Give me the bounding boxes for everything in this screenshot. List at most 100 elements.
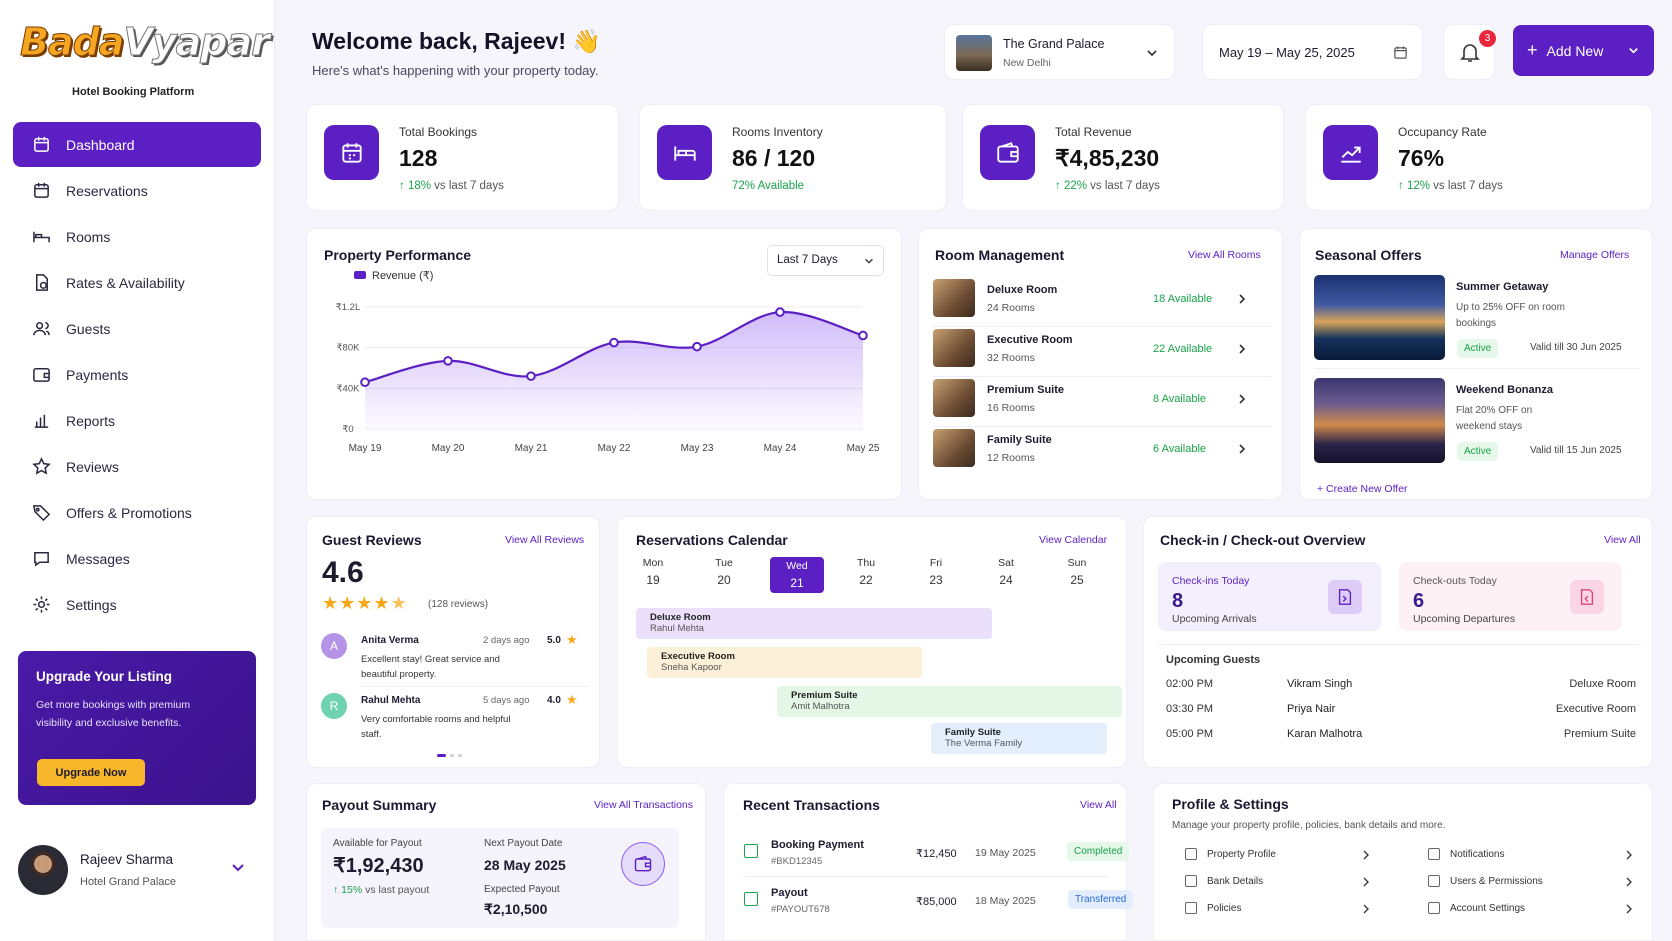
carousel-dot[interactable]: [458, 754, 462, 757]
sidebar-item-reviews[interactable]: Reviews: [13, 444, 261, 489]
room-row[interactable]: Deluxe Room 24 Rooms 18 Available: [933, 277, 1271, 327]
carousel-dot-active[interactable]: [437, 754, 446, 757]
calendar-day[interactable]: Tue 20: [697, 557, 751, 587]
stat-value: 128: [399, 145, 438, 171]
sidebar-item-payments[interactable]: Payments: [13, 352, 261, 397]
booking-bar[interactable]: Deluxe Room Rahul Mehta: [636, 608, 992, 639]
create-new-offer-link[interactable]: + Create New Offer: [1317, 483, 1408, 495]
sidebar-item-label: Reports: [66, 412, 116, 429]
rates-icon: [31, 273, 51, 293]
stat-change-value: 72% Available: [732, 180, 805, 192]
checkins-today-card[interactable]: Check-ins Today 8 Upcoming Arrivals: [1158, 562, 1381, 631]
bell-icon: [1428, 848, 1440, 860]
calendar-day-selected[interactable]: Wed 21: [770, 557, 824, 593]
reservations-calendar-card: Reservations Calendar View Calendar Mon 1…: [617, 516, 1127, 768]
calendar-day[interactable]: Mon 19: [626, 557, 680, 587]
range-select-value: Last 7 Days: [777, 254, 838, 266]
booking-bar[interactable]: Executive Room Sneha Kapoor: [647, 647, 922, 678]
section-title: Payout Summary: [322, 797, 437, 813]
calendar-day[interactable]: Thu 22: [839, 557, 893, 587]
chevron-down-icon[interactable]: [1627, 44, 1640, 57]
payout-available-label: Available for Payout: [333, 838, 422, 849]
view-calendar-link[interactable]: View Calendar: [1039, 534, 1107, 546]
sidebar-item-rates[interactable]: Rates & Availability: [13, 260, 261, 305]
avatar: R: [321, 693, 347, 719]
booking-guest: The Verma Family: [945, 738, 1023, 749]
view-all-checkins-link[interactable]: View All: [1604, 534, 1641, 546]
calendar-day[interactable]: Sun 25: [1050, 557, 1104, 587]
day-number: 20: [717, 573, 731, 587]
sidebar-item-offers[interactable]: Offers & Promotions: [13, 490, 261, 535]
manage-offers-link[interactable]: Manage Offers: [1560, 249, 1629, 261]
view-all-rooms-link[interactable]: View All Rooms: [1188, 249, 1261, 261]
guest-room: Deluxe Room: [1569, 678, 1636, 690]
booking-bar[interactable]: Family Suite The Verma Family: [931, 723, 1107, 754]
room-row[interactable]: Executive Room 32 Rooms 22 Available: [933, 327, 1271, 377]
star-icon: [31, 457, 51, 477]
section-title: Profile & Settings: [1172, 796, 1289, 812]
bell-icon: [1460, 44, 1480, 62]
booking-bar[interactable]: Premium Suite Amit Malhotra: [777, 686, 1122, 717]
settings-link-users-permissions[interactable]: Users & Permissions: [1428, 875, 1543, 887]
day-name: Fri: [929, 557, 943, 569]
chevron-down-icon: [1147, 50, 1157, 57]
room-row[interactable]: Family Suite 12 Rooms 6 Available: [933, 427, 1271, 477]
brand-logo[interactable]: BadaVyapar Hotel Booking Platform: [19, 14, 270, 104]
average-rating: 4.6: [322, 556, 364, 589]
stat-value: ₹4,85,230: [1055, 145, 1160, 171]
users-icon: [31, 319, 51, 339]
chevron-down-icon[interactable]: [230, 859, 246, 875]
calendar-day[interactable]: Fri 23: [909, 557, 963, 587]
star-icon: ★: [566, 632, 578, 647]
sidebar-item-reservations[interactable]: Reservations: [13, 168, 261, 213]
logo-word-1: Bada: [19, 20, 124, 65]
x-tick-label: May 21: [515, 443, 548, 454]
star-icon: ★: [339, 593, 357, 613]
y-tick-label: ₹0: [342, 424, 353, 435]
transaction-row[interactable]: Booking Payment #BKD12345 ₹12,450 19 May…: [744, 839, 1130, 884]
data-point: [775, 307, 785, 317]
sidebar-item-reports[interactable]: Reports: [13, 398, 261, 443]
settings-link-policies[interactable]: Policies: [1185, 902, 1241, 914]
view-all-transactions-link[interactable]: View All Transactions: [594, 799, 693, 811]
sidebar-item-dashboard[interactable]: Dashboard: [13, 122, 261, 167]
chevron-right-icon: [1239, 294, 1246, 304]
recent-transactions-card: Recent Transactions View All Booking Pay…: [723, 783, 1134, 941]
x-tick-label: May 25: [847, 443, 880, 454]
notification-badge: 3: [1479, 30, 1496, 47]
settings-link-account-settings[interactable]: Account Settings: [1428, 902, 1525, 914]
view-all-link[interactable]: View All: [1080, 799, 1117, 811]
date-range-picker[interactable]: May 19 – May 25, 2025: [1202, 24, 1423, 80]
calendar-day[interactable]: Sat 24: [979, 557, 1033, 587]
sidebar-item-messages[interactable]: Messages: [13, 536, 261, 581]
offer-description: Up to 25% OFF on room bookings: [1456, 302, 1565, 329]
property-selector[interactable]: The Grand Palace New Delhi: [944, 24, 1175, 80]
x-tick-label: May 19: [349, 443, 382, 454]
sidebar-item-guests[interactable]: Guests: [13, 306, 261, 351]
notifications-button[interactable]: 3: [1443, 24, 1496, 80]
settings-link-property-profile[interactable]: Property Profile: [1185, 848, 1276, 860]
legend-label: Revenue (₹): [372, 270, 433, 282]
seasonal-offers-card: Seasonal Offers Manage Offers Summer Get…: [1299, 228, 1653, 500]
transaction-id: #PAYOUT678: [771, 904, 830, 915]
checkouts-today-card[interactable]: Check-outs Today 6 Upcoming Departures: [1399, 562, 1622, 631]
message-icon: [31, 549, 51, 569]
user-profile[interactable]: Rajeev Sharma Hotel Grand Palace: [18, 845, 258, 895]
settings-link-notifications[interactable]: Notifications: [1428, 848, 1504, 860]
transaction-row[interactable]: Payout #PAYOUT678 ₹85,000 18 May 2025 Tr…: [744, 887, 1134, 932]
upgrade-now-button[interactable]: Upgrade Now: [37, 759, 145, 786]
stat-change: 72% Available: [732, 180, 804, 192]
settings-link-bank-details[interactable]: Bank Details: [1185, 875, 1263, 887]
x-tick-label: May 20: [432, 443, 465, 454]
checkouts-label: Check-outs Today: [1413, 575, 1497, 587]
sidebar-item-settings[interactable]: Settings: [13, 582, 261, 627]
carousel-dot[interactable]: [450, 754, 454, 757]
chevron-down-icon: [865, 258, 873, 264]
sidebar-item-rooms[interactable]: Rooms: [13, 214, 261, 259]
add-new-button[interactable]: + Add New: [1513, 25, 1654, 76]
view-all-reviews-link[interactable]: View All Reviews: [505, 534, 584, 546]
add-new-label: Add New: [1546, 42, 1604, 59]
checkins-sub: Upcoming Arrivals: [1172, 613, 1257, 625]
room-row[interactable]: Premium Suite 16 Rooms 8 Available: [933, 377, 1271, 427]
stat-change-suffix: vs last 7 days: [1086, 180, 1160, 192]
